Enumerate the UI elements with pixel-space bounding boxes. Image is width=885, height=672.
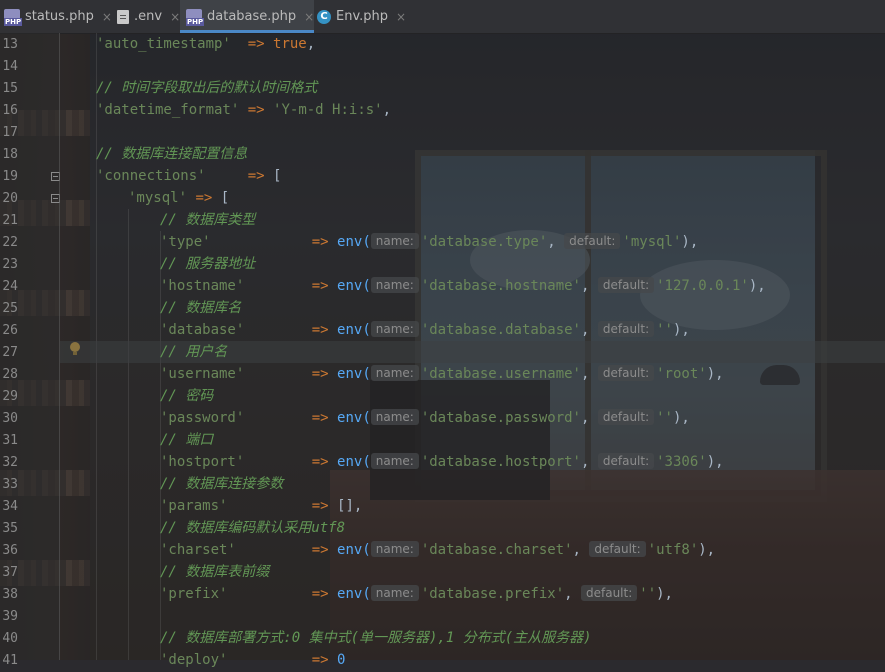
line-number: 34: [2, 499, 18, 514]
code-line-22: 'type' => env(name:'database.type', defa…: [160, 233, 699, 250]
line-number: 36: [2, 543, 18, 558]
line-number: 25: [2, 301, 18, 316]
line-number: 20: [2, 191, 18, 206]
parameter-hint: default:: [597, 321, 655, 337]
tab-database-php[interactable]: PHP database.php ×: [180, 0, 314, 33]
editor-tab-bar: PHP status.php × .env × PHP database.php…: [0, 0, 885, 34]
tab-label: Env.php: [336, 9, 389, 24]
line-number: 24: [2, 279, 18, 294]
parameter-hint: default:: [589, 541, 646, 557]
code-line-15: // 时间字段取出后的默认时间格式: [60, 77, 317, 99]
line-number: 17: [2, 125, 18, 140]
code-line-35: // 数据库编码默认采用utf8: [160, 520, 346, 536]
parameter-hint: name:: [370, 277, 419, 293]
code-line-36: 'charset' => env(name:'database.charset'…: [160, 541, 716, 558]
parameter-hint: name:: [370, 233, 419, 249]
code-line-20: 'mysql' => [: [128, 190, 230, 206]
line-number: 28: [2, 367, 18, 382]
code-editor[interactable]: 'auto_timestamp' => true, // 时间字段取出后的默认时…: [60, 33, 885, 668]
code-comment: // 时间字段取出后的默认时间格式: [96, 80, 318, 96]
line-number: 29: [2, 389, 18, 404]
parameter-hint: default:: [597, 277, 655, 293]
close-icon[interactable]: ×: [170, 10, 180, 24]
line-number: 14: [2, 59, 18, 74]
code-line-37: // 数据库表前缀: [160, 564, 270, 580]
line-number: 26: [2, 323, 18, 338]
env-file-icon: [117, 9, 129, 24]
code-line-40: // 数据库部署方式:0 集中式(单一服务器),1 分布式(主从服务器): [160, 630, 592, 646]
code-line-24: 'hostname' => env(name:'database.hostnam…: [160, 277, 766, 294]
parameter-hint: name:: [370, 409, 419, 425]
code-line-13: 'auto_timestamp' => true,: [96, 36, 316, 52]
line-number: 15: [2, 81, 18, 96]
line-number: 40: [2, 631, 18, 646]
close-icon[interactable]: ×: [396, 10, 406, 24]
parameter-hint: name:: [370, 321, 419, 337]
tab-env[interactable]: .env ×: [113, 0, 183, 33]
parameter-hint: default:: [597, 453, 655, 469]
line-number: 32: [2, 455, 18, 470]
parameter-hint: name:: [370, 453, 419, 469]
line-number: 37: [2, 565, 18, 580]
line-number: 38: [2, 587, 18, 602]
code-line-23: // 服务器地址: [160, 256, 256, 272]
parameter-hint: default:: [597, 365, 655, 381]
parameter-hint: default:: [597, 409, 655, 425]
code-line-29: // 密码: [160, 388, 214, 404]
code-line-41: 'deploy' => 0: [160, 652, 346, 668]
code-line-19: 'connections' => [: [96, 168, 282, 184]
code-line-31: // 端口: [160, 432, 214, 448]
parameter-hint: name:: [370, 365, 419, 381]
line-number: 30: [2, 411, 18, 426]
line-number: 19: [2, 169, 18, 184]
code-line-16: 'datetime_format' => 'Y-m-d H:i:s',: [96, 102, 392, 118]
line-number: 39: [2, 609, 18, 624]
code-line-26: 'database' => env(name:'database.databas…: [160, 321, 690, 338]
parameter-hint: default:: [564, 233, 621, 249]
parameter-hint: default:: [581, 585, 638, 601]
tab-label: status.php: [25, 9, 94, 24]
line-number: 21: [2, 213, 18, 228]
tab-label: .env: [134, 9, 163, 24]
code-line-25: // 数据库名: [160, 300, 242, 316]
line-number: 18: [2, 147, 18, 162]
code-line-33: // 数据库连接参数: [160, 476, 284, 492]
class-file-icon: C: [317, 9, 331, 24]
code-line-30: 'password' => env(name:'database.passwor…: [160, 409, 690, 426]
code-line-18: // 数据库连接配置信息: [96, 146, 248, 162]
code-line-28: 'username' => env(name:'database.usernam…: [160, 365, 724, 382]
tab-status-php[interactable]: PHP status.php ×: [0, 0, 112, 33]
php-file-icon: PHP: [186, 8, 205, 26]
line-number: 33: [2, 477, 18, 492]
parameter-hint: name:: [370, 585, 419, 601]
code-line-27: // 用户名: [60, 341, 885, 363]
code-line-32: 'hostport' => env(name:'database.hostpor…: [160, 453, 724, 470]
line-number: 41: [2, 653, 18, 668]
code-line-21: // 数据库类型: [160, 212, 256, 228]
close-icon[interactable]: ×: [102, 10, 112, 24]
line-number-gutter[interactable]: 13 14 15 16 17 18 19 20 21 22 23 24 25 2…: [0, 33, 60, 668]
code-line-34: 'params' => [],: [160, 498, 363, 514]
array-key: 'auto_timestamp': [96, 36, 231, 52]
line-number: 22: [2, 235, 18, 250]
php-file-icon: PHP: [4, 8, 23, 26]
tab-label: database.php: [207, 9, 297, 24]
line-number: 16: [2, 103, 18, 118]
parameter-hint: name:: [370, 541, 419, 557]
code-line-38: 'prefix' => env(name:'database.prefix', …: [160, 585, 673, 602]
line-number: 27: [2, 345, 18, 360]
line-number: 13: [2, 37, 18, 52]
close-icon[interactable]: ×: [304, 10, 314, 24]
line-number: 23: [2, 257, 18, 272]
tab-env-class[interactable]: C Env.php ×: [315, 0, 409, 33]
line-number: 31: [2, 433, 18, 448]
line-number: 35: [2, 521, 18, 536]
